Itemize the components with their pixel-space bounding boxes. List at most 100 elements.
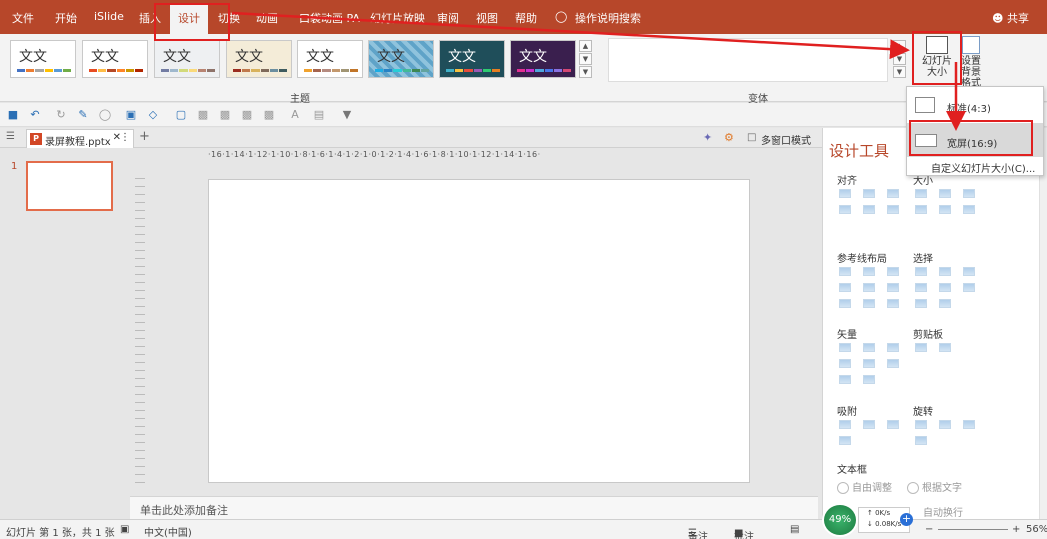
screenshot-icon[interactable]: ▢	[174, 108, 188, 121]
snap-tools[interactable]	[839, 420, 899, 445]
variants-gallery[interactable]	[608, 38, 888, 82]
tab-menu-icon[interactable]: ⋮	[120, 132, 130, 143]
radio-auto-adjust[interactable]: 自由调整	[837, 479, 892, 494]
theme-sample-text: 文文	[448, 49, 476, 65]
menu-islide[interactable]: iSlide	[94, 10, 124, 23]
theme-5[interactable]: 文文	[297, 40, 363, 78]
customize-toolbar-icon[interactable]: ▼	[340, 108, 354, 121]
align-tools[interactable]	[839, 189, 899, 214]
zoom-in-button[interactable]: +	[1012, 524, 1020, 535]
quick-access-toolbar: ■ ↶ ↻ ✎ ◯ ▣ ◇ ▢ ▩ ▩ ▩ ▩ A ▤ ▼	[0, 103, 1047, 127]
settings-gear-icon[interactable]: ⚙	[724, 131, 734, 144]
distribute-icon[interactable]: ▩	[240, 108, 254, 121]
menu-slideshow[interactable]: 幻灯片放映	[370, 10, 425, 26]
theme-2[interactable]: 文文	[82, 40, 148, 78]
theme-color-stripe	[89, 69, 144, 72]
undo-icon[interactable]: ↶	[28, 108, 42, 121]
tab-list-icon[interactable]: ☰	[6, 131, 15, 142]
pane-scrollbar[interactable]	[1039, 128, 1047, 519]
save-icon[interactable]: ■	[6, 108, 20, 121]
accelerate-plus-icon[interactable]: +	[900, 513, 913, 526]
theme-6[interactable]: 文文	[368, 40, 434, 78]
memory-percent: 49%	[822, 503, 858, 537]
theme-sample-text: 文文	[19, 49, 47, 65]
menu-home[interactable]: 开始	[55, 10, 77, 26]
radio-auto-adjust-label: 自由调整	[852, 483, 892, 494]
variants-scroll-down[interactable]: ▼	[893, 53, 906, 65]
document-tab-name: 录屏教程.pptx	[45, 137, 111, 148]
theme-color-stripe	[304, 69, 359, 72]
person-icon: ☻	[992, 12, 1007, 25]
align-icon[interactable]: ▩	[218, 108, 232, 121]
normal-view-icon[interactable]: ▤	[790, 524, 799, 535]
upload-arrow-icon: ↑	[867, 509, 876, 517]
pane-title: 设计工具	[829, 142, 890, 160]
multi-window-mode[interactable]: 多窗口模式	[761, 132, 811, 147]
themes-scroll-down[interactable]: ▼	[579, 53, 592, 65]
arrange-icon[interactable]: ▩	[262, 108, 276, 121]
radio-fit-text[interactable]: 根据文字	[907, 479, 962, 494]
theme-sample-text: 文文	[519, 49, 547, 65]
annotation-widescreen	[909, 120, 1033, 156]
menu-pocket-animation[interactable]: 口袋动画 PA	[299, 10, 360, 26]
size-tools[interactable]	[915, 189, 975, 214]
network-monitor-widget[interactable]: ↑ 0K/s ↓ 0.08K/s 49% +	[822, 503, 914, 537]
select-tools[interactable]	[915, 267, 975, 308]
theme-4[interactable]: 文文	[226, 40, 292, 78]
new-tab-button[interactable]: +	[139, 129, 150, 144]
slide-thumbnail[interactable]	[26, 161, 113, 211]
theme-sample-text: 文文	[91, 49, 119, 65]
slide-size-standard[interactable]: 标准(4:3)	[907, 88, 1043, 122]
menu-file[interactable]: 文件	[12, 10, 34, 26]
theme-7[interactable]: 文文	[439, 40, 505, 78]
shapes-icon[interactable]: ◯	[98, 108, 112, 121]
notes-placeholder: 单击此处添加备注	[140, 504, 228, 517]
horizontal-ruler: ·16·1·14·1·12·1·10·1·8·1·6·1·4·1·2·1·0·1…	[208, 150, 541, 159]
zoom-out-button[interactable]: −	[925, 524, 933, 535]
menu-review[interactable]: 审阅	[437, 10, 459, 26]
standard-label: 标准(4:3)	[947, 104, 991, 115]
slide-canvas[interactable]	[208, 179, 750, 483]
theme-3[interactable]: 文文	[154, 40, 220, 78]
document-tab[interactable]: P 录屏教程.pptx ✕ ⋮	[26, 129, 134, 148]
menu-view[interactable]: 视图	[476, 10, 498, 26]
standard-preview	[915, 97, 935, 113]
slide-counter: 幻灯片 第 1 张，共 1 张	[6, 528, 115, 539]
vector-tools[interactable]	[839, 343, 899, 384]
themes-scroll-up[interactable]: ▲	[579, 40, 592, 52]
font-color-icon[interactable]: A	[288, 108, 302, 121]
section-select: 选择	[913, 254, 933, 265]
format-painter-icon[interactable]: ✎	[76, 108, 90, 121]
theme-8[interactable]: 文文	[510, 40, 576, 78]
clipboard-tools[interactable]	[915, 343, 975, 352]
share-button[interactable]: ☻ 共享	[992, 10, 1029, 26]
comments-label: 批注	[734, 532, 754, 539]
section-clipboard: 剪贴板	[913, 330, 943, 341]
rotate-tools[interactable]	[915, 420, 975, 445]
variants-more[interactable]: ▼	[893, 66, 906, 78]
guides-tools[interactable]	[839, 267, 899, 308]
menu-help[interactable]: 帮助	[515, 10, 537, 26]
theme-office[interactable]: 文文	[10, 40, 76, 78]
shape-fill-icon[interactable]: ◇	[146, 108, 160, 121]
notes-pane[interactable]: 单击此处添加备注	[130, 496, 818, 520]
themes-more[interactable]: ▼	[579, 66, 592, 78]
section-snap: 吸附	[837, 407, 857, 418]
group-icon[interactable]: ▩	[196, 108, 210, 121]
spellcheck-icon[interactable]: ▣	[120, 524, 129, 535]
picture-icon[interactable]: ▣	[124, 108, 138, 121]
ribbon: 文文 文文 文文 文文 文文 文文 文文 文文 ▲ ▼ ▼ 主题 ▲ ▼ ▼ 变…	[0, 34, 1047, 105]
language-indicator[interactable]: 中文(中国)	[144, 524, 192, 539]
annotation-slide-size	[912, 31, 962, 85]
tell-me-search[interactable]: 操作说明搜索	[575, 10, 641, 26]
variants-scroll-up[interactable]: ▲	[893, 40, 906, 52]
custom-slide-size[interactable]: 自定义幻灯片大小(C)...	[931, 160, 1035, 175]
redo-icon[interactable]: ↻	[54, 108, 68, 121]
thumbnail-number: 1	[11, 161, 18, 172]
paste-icon[interactable]: ▤	[312, 108, 326, 121]
menu-animations[interactable]: 动画	[256, 10, 278, 26]
zoom-slider[interactable]	[938, 529, 1008, 530]
magic-icon[interactable]: ✦	[703, 131, 712, 144]
checkbox-autowrap[interactable]: 自动换行	[923, 504, 963, 519]
zoom-level[interactable]: 56%	[1026, 524, 1047, 535]
